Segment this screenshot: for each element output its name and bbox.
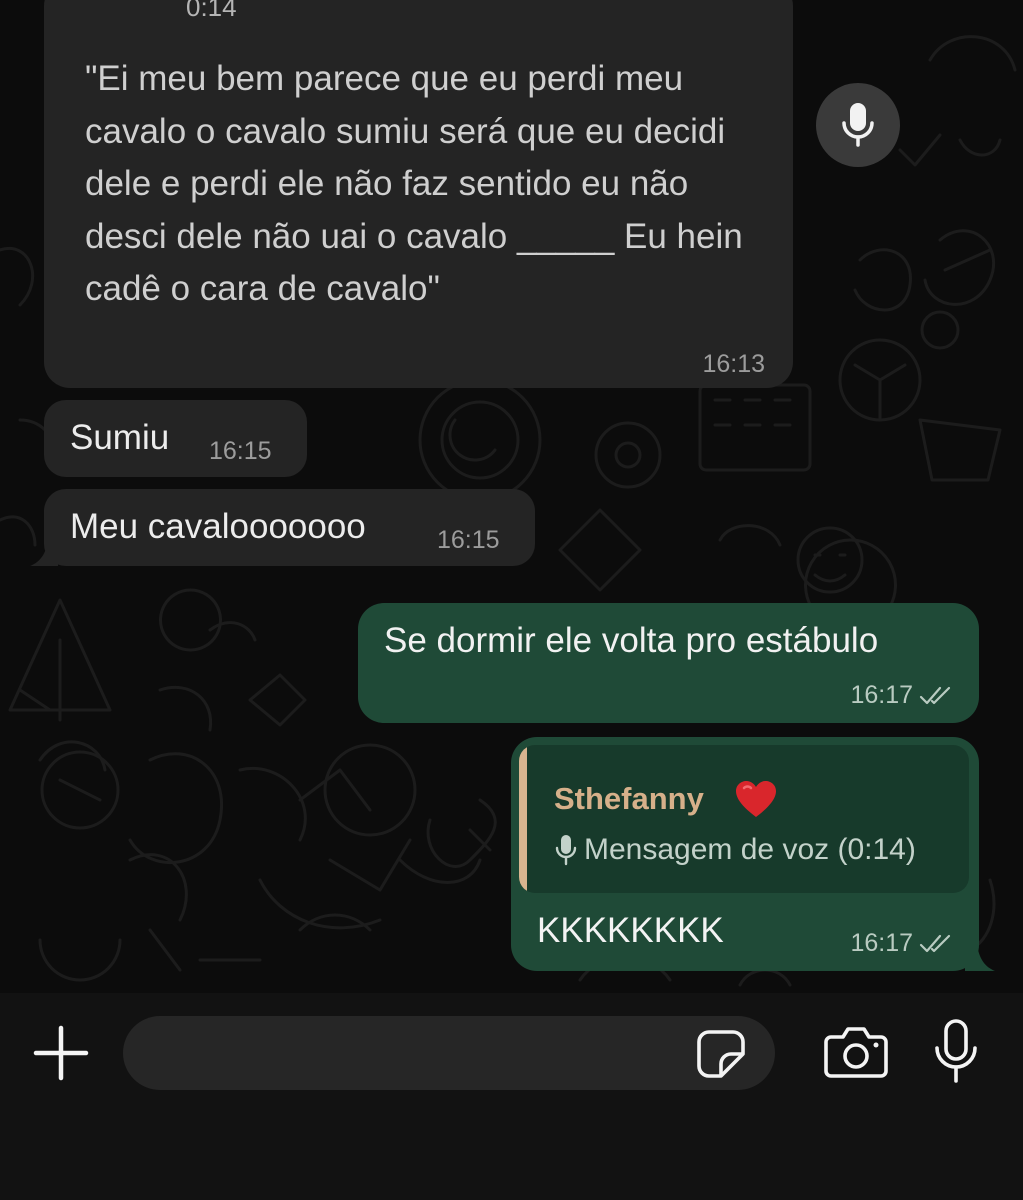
message-time: 16:17 (850, 929, 913, 957)
plus-icon (33, 1025, 89, 1081)
microphone-icon (555, 835, 577, 866)
sticker-button[interactable] (695, 1028, 747, 1080)
microphone-icon (842, 103, 874, 147)
double-check-icon (919, 686, 951, 704)
record-voice-button[interactable] (932, 1018, 980, 1084)
double-check-icon (919, 934, 951, 952)
incoming-message[interactable]: Meu cavalooooooo 16:15 (44, 489, 535, 566)
message-text: Sumiu (70, 418, 170, 457)
quoted-preview-text: Mensagem de voz (0:14) (584, 833, 916, 866)
message-time: 16:15 (437, 526, 500, 554)
message-time: 16:15 (209, 437, 272, 465)
chat-area[interactable]: 0:14 "Ei meu bem parece que eu perdi meu… (0, 0, 1023, 993)
heart-icon (736, 781, 776, 817)
camera-icon (824, 1027, 888, 1078)
transcribe-mic-button[interactable] (816, 83, 900, 167)
message-text: Se dormir ele volta pro estábulo (384, 621, 879, 660)
bubble-tail (30, 540, 58, 566)
message-text: Meu cavalooooooo (70, 507, 366, 546)
message-meta: 16:17 (850, 681, 953, 710)
incoming-message[interactable]: Sumiu 16:15 (44, 400, 307, 477)
microphone-icon (935, 1019, 977, 1083)
quoted-author: Sthefanny (554, 781, 704, 816)
outgoing-reply-message[interactable]: Sthefanny Mensagem de voz (0:14) KKKKKKK… (511, 737, 979, 971)
message-meta: 16:17 (850, 929, 953, 958)
sticker-icon (697, 1030, 745, 1078)
message-input[interactable] (123, 1016, 775, 1090)
quoted-message[interactable]: Sthefanny Mensagem de voz (0:14) (519, 745, 969, 893)
outgoing-message[interactable]: Se dormir ele volta pro estábulo 16:17 (358, 603, 979, 723)
message-time: 16:13 (702, 350, 765, 378)
voice-message-bubble[interactable]: 0:14 "Ei meu bem parece que eu perdi meu… (44, 0, 793, 388)
voice-duration: 0:14 (186, 0, 237, 22)
quoted-preview: Mensagem de voz (0:14) (554, 833, 916, 867)
voice-transcript: "Ei meu bem parece que eu perdi meu cava… (85, 59, 743, 308)
bubble-tail (965, 944, 995, 971)
quote-accent-bar (519, 745, 527, 893)
message-text: KKKKKKKK (537, 911, 724, 950)
camera-button[interactable] (823, 1025, 889, 1081)
message-time: 16:17 (850, 681, 913, 709)
attach-button[interactable] (32, 1024, 90, 1082)
